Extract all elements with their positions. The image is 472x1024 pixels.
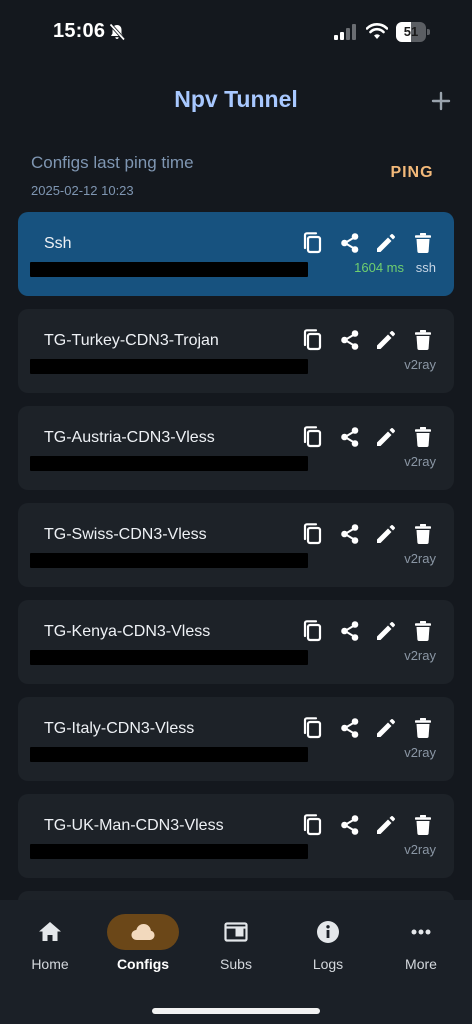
nav-label: Subs: [220, 956, 252, 972]
bottom-nav: Home Configs Subs Logs More: [0, 900, 472, 1024]
config-name: TG-Austria-CDN3-Vless: [44, 429, 215, 446]
delete-icon[interactable]: [410, 812, 436, 838]
config-type: v2ray: [404, 648, 436, 663]
redaction-bar: [30, 747, 308, 762]
config-name: TG-UK-Man-CDN3-Vless: [44, 817, 224, 834]
config-card[interactable]: TG-Kenya-CDN3-Vless ke.over.the.river.an…: [18, 600, 454, 684]
delete-icon[interactable]: [410, 715, 436, 741]
edit-icon[interactable]: [373, 521, 399, 547]
share-icon[interactable]: [337, 618, 363, 644]
card-actions: [300, 812, 450, 840]
config-type: v2ray: [404, 454, 436, 469]
copy-icon[interactable]: [300, 715, 326, 741]
nav-label: Logs: [312, 956, 344, 972]
redaction-bar: [30, 844, 308, 859]
copy-icon[interactable]: [300, 812, 326, 838]
cloud-icon: [129, 919, 157, 945]
add-config-button[interactable]: [426, 86, 456, 116]
config-type: v2ray: [404, 551, 436, 566]
share-icon[interactable]: [337, 812, 363, 838]
app-title: Npv Tunnel: [174, 86, 298, 112]
nav-label: Home: [31, 956, 69, 972]
share-icon[interactable]: [337, 715, 363, 741]
config-type: ssh: [415, 260, 436, 275]
delete-icon[interactable]: [410, 424, 436, 450]
delete-icon[interactable]: [410, 327, 436, 353]
edit-icon[interactable]: [373, 618, 399, 644]
plus-icon: [431, 91, 451, 111]
config-card[interactable]: TG-Austria-CDN3-Vless at.sover.the.river…: [18, 406, 454, 490]
config-card[interactable]: TG-UK-Man-CDN3-Vless uk.man.over.the.riv…: [18, 794, 454, 878]
wifi-icon: [365, 22, 389, 40]
card-actions: [300, 521, 450, 549]
status-time: 15:06: [53, 20, 106, 42]
card-actions: [300, 327, 450, 355]
config-card[interactable]: Ssh 117.189.204.203:22: [18, 212, 454, 296]
edit-icon[interactable]: [373, 812, 399, 838]
nav-label: More: [405, 956, 437, 972]
ping-button[interactable]: PING: [378, 164, 446, 188]
share-icon[interactable]: [337, 327, 363, 353]
home-icon: [36, 919, 64, 945]
subscription-icon: [222, 919, 250, 945]
config-name: TG-Turkey-CDN3-Trojan: [44, 332, 219, 349]
config-type: v2ray: [404, 745, 436, 760]
nav-label: Configs: [116, 956, 170, 972]
delete-icon[interactable]: [410, 230, 436, 256]
bell-slash-icon: [108, 23, 126, 41]
battery-percent: 51: [403, 24, 419, 39]
more-icon: [407, 919, 435, 945]
config-card[interactable]: TG-Turkey-CDN3-Trojan tr.over.the.river.…: [18, 309, 454, 393]
copy-icon[interactable]: [300, 618, 326, 644]
share-icon[interactable]: [337, 521, 363, 547]
card-actions: [300, 618, 450, 646]
copy-icon[interactable]: [300, 424, 326, 450]
config-name: TG-Italy-CDN3-Vless: [44, 720, 195, 737]
delete-icon[interactable]: [410, 521, 436, 547]
config-name: TG-Swiss-CDN3-Vless: [44, 526, 207, 543]
nav-item-logs[interactable]: Logs: [288, 914, 368, 984]
card-actions: [300, 715, 450, 743]
ping-value: 1604 ms: [354, 260, 404, 275]
redaction-bar: [30, 650, 308, 665]
battery-icon: 51: [396, 22, 430, 42]
copy-icon[interactable]: [300, 327, 326, 353]
card-actions: [300, 230, 450, 258]
nav-item-home[interactable]: Home: [10, 914, 90, 984]
config-card[interactable]: TG-Swiss-CDN3-Vless ch.over.the.river.an…: [18, 503, 454, 587]
edit-icon[interactable]: [373, 424, 399, 450]
redaction-bar: [30, 456, 308, 471]
redaction-bar: [30, 262, 308, 277]
copy-icon[interactable]: [300, 230, 326, 256]
nav-item-configs[interactable]: Configs: [103, 914, 183, 984]
edit-icon[interactable]: [373, 230, 399, 256]
card-actions: [300, 424, 450, 452]
nav-item-subs[interactable]: Subs: [196, 914, 276, 984]
home-indicator: [152, 1008, 320, 1014]
signal-icon: [334, 24, 358, 40]
edit-icon[interactable]: [373, 715, 399, 741]
nav-item-more[interactable]: More: [381, 914, 461, 984]
redaction-bar: [30, 553, 308, 568]
share-icon[interactable]: [337, 230, 363, 256]
share-icon[interactable]: [337, 424, 363, 450]
ping-info-timestamp: 2025-02-12 10:23: [31, 183, 134, 198]
ping-info-title: Configs last ping time: [31, 153, 194, 172]
config-name: TG-Kenya-CDN3-Vless: [44, 623, 211, 640]
info-icon: [314, 919, 342, 945]
edit-icon[interactable]: [373, 327, 399, 353]
status-bar: 15:06 51: [0, 0, 472, 64]
config-list[interactable]: Ssh 117.189.204.203:22: [18, 212, 454, 902]
config-card[interactable]: TG-Italy-CDN3-Vless it.over.the.river.an…: [18, 697, 454, 781]
delete-icon[interactable]: [410, 618, 436, 644]
redaction-bar: [30, 359, 308, 374]
config-type: v2ray: [404, 357, 436, 372]
config-type: v2ray: [404, 842, 436, 857]
config-name: Ssh: [44, 235, 72, 252]
copy-icon[interactable]: [300, 521, 326, 547]
